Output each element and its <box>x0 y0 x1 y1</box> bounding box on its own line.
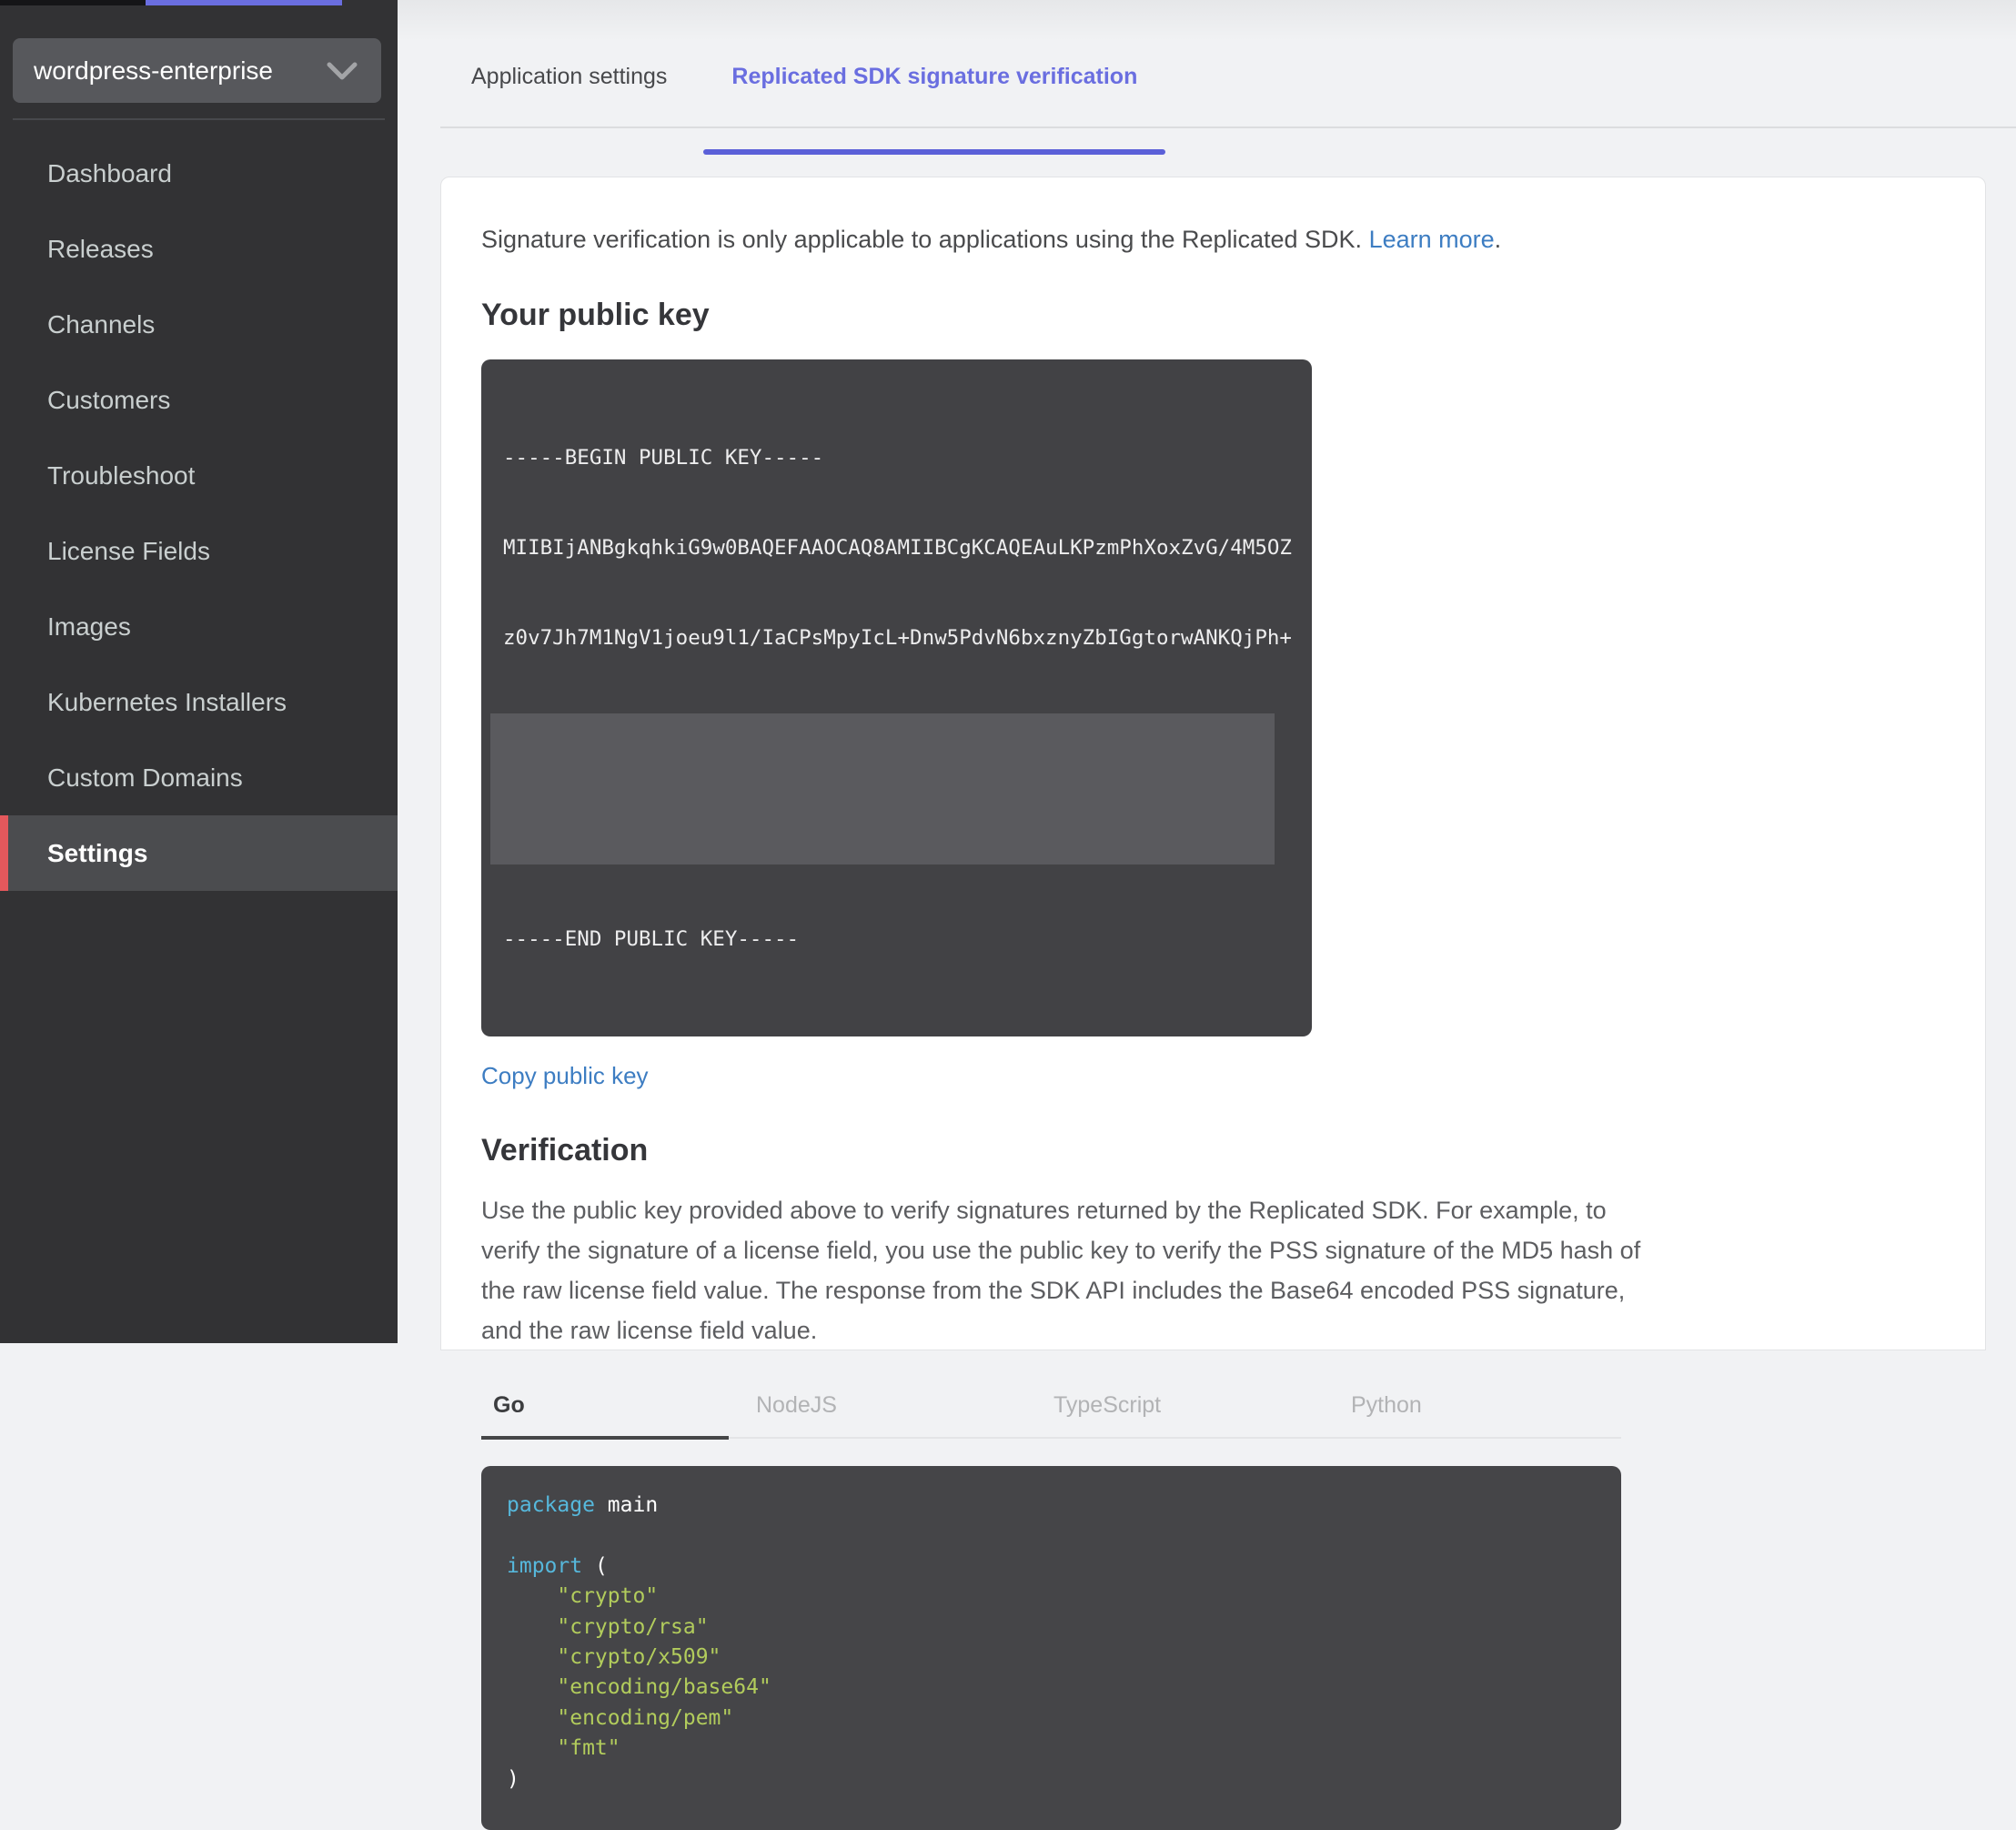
page-tabs: Application settings Replicated SDK sign… <box>398 0 2016 155</box>
copy-public-key-link[interactable]: Copy public key <box>481 1062 649 1090</box>
lang-tab-typescript[interactable]: TypeScript <box>1026 1383 1324 1437</box>
tab-replicated-sdk-signature-verification[interactable]: Replicated SDK signature verification <box>703 64 1166 155</box>
sidebar-item-custom-domains[interactable]: Custom Domains <box>0 740 398 815</box>
sidebar-item-settings[interactable]: Settings <box>0 815 398 891</box>
sidebar-divider <box>13 118 385 120</box>
public-key-heading: Your public key <box>481 298 710 332</box>
public-key-line: -----BEGIN PUBLIC KEY----- <box>503 446 824 470</box>
sidebar-nav: Dashboard Releases Channels Customers Troubl… <box>0 136 398 891</box>
intro-text-main: Signature verification is only applicabl… <box>481 226 1369 253</box>
code-block: package main import ( "crypto" "crypto/rs… <box>481 1466 1621 1830</box>
sidebar-item-images[interactable]: Images <box>0 589 398 664</box>
sidebar-item-label: Settings <box>47 838 148 867</box>
verification-heading: Verification <box>481 1133 649 1168</box>
code-line: "encoding/pem" <box>507 1705 734 1730</box>
lang-tab-python[interactable]: Python <box>1324 1383 1621 1437</box>
sidebar-item-label: Custom Domains <box>47 763 243 792</box>
lang-tab-nodejs[interactable]: NodeJS <box>729 1383 1026 1437</box>
public-key-line: z0v7Jh7M1NgV1joeu9l1/IaCPsMpyIcL+Dnw5Pdv… <box>503 626 1292 650</box>
sidebar-item-license-fields[interactable]: License Fields <box>0 513 398 589</box>
code-line: import ( <box>507 1553 608 1578</box>
sidebar-item-customers[interactable]: Customers <box>0 362 398 438</box>
app-selector-value: wordpress-enterprise <box>34 56 273 85</box>
language-tabs: Go NodeJS TypeScript Python <box>481 1383 1621 1440</box>
main-area: Application settings Replicated SDK sign… <box>398 0 2016 1830</box>
intro-text-suffix: . <box>1494 226 1502 253</box>
sidebar-item-releases[interactable]: Releases <box>0 211 398 287</box>
public-key-end-line: -----END PUBLIC KEY----- <box>503 927 800 951</box>
public-key-line: MIIBIjANBgkqhkiG9w0BAQEFAAOCAQ8AMIIBCgKC… <box>503 536 1292 560</box>
key-selection-highlight <box>490 713 1275 864</box>
code-line: package main <box>507 1493 659 1517</box>
code-line: "crypto/rsa" <box>507 1614 709 1639</box>
sidebar-item-label: Customers <box>47 385 171 414</box>
code-line: "crypto/x509" <box>507 1645 721 1670</box>
active-tab-label: Replicated SDK signature verification <box>731 64 1138 89</box>
topbar-accent-indigo <box>146 0 342 5</box>
topbar-accent-dark <box>0 0 146 5</box>
sidebar-item-kubernetes-installers[interactable]: Kubernetes Installers <box>0 664 398 740</box>
code-line: "fmt" <box>507 1736 620 1761</box>
sidebar: wordpress-enterprise Dashboard Releases Ch… <box>0 0 398 1343</box>
sidebar-item-label: Dashboard <box>47 158 172 187</box>
settings-card: Signature verification is only applicabl… <box>440 177 1986 1830</box>
learn-more-link[interactable]: Learn more <box>1369 226 1495 253</box>
chevron-down-icon <box>327 61 358 81</box>
sidebar-item-label: Kubernetes Installers <box>47 687 287 716</box>
lang-tab-go[interactable]: Go <box>481 1383 729 1440</box>
sidebar-item-troubleshoot[interactable]: Troubleshoot <box>0 438 398 513</box>
sidebar-item-label: Images <box>47 612 131 641</box>
sidebar-item-dashboard[interactable]: Dashboard <box>0 136 398 211</box>
active-tab-underline <box>703 149 1166 155</box>
tab-application-settings[interactable]: Application settings <box>471 64 667 90</box>
sidebar-item-label: Releases <box>47 234 154 263</box>
intro-text: Signature verification is only applicabl… <box>481 224 1985 255</box>
app-selector[interactable]: wordpress-enterprise <box>13 38 381 103</box>
code-line: "crypto" <box>507 1584 659 1609</box>
sidebar-item-label: Troubleshoot <box>47 460 196 490</box>
public-key-block: -----BEGIN PUBLIC KEY----- MIIBIjANBgkqh… <box>481 359 1312 1036</box>
code-line: "encoding/base64" <box>507 1675 771 1700</box>
code-line: ) <box>507 1766 519 1791</box>
sidebar-item-label: License Fields <box>47 536 210 565</box>
sidebar-item-channels[interactable]: Channels <box>0 287 398 362</box>
verification-description: Use the public key provided above to ver… <box>481 1197 1641 1344</box>
sidebar-item-label: Channels <box>47 309 156 339</box>
